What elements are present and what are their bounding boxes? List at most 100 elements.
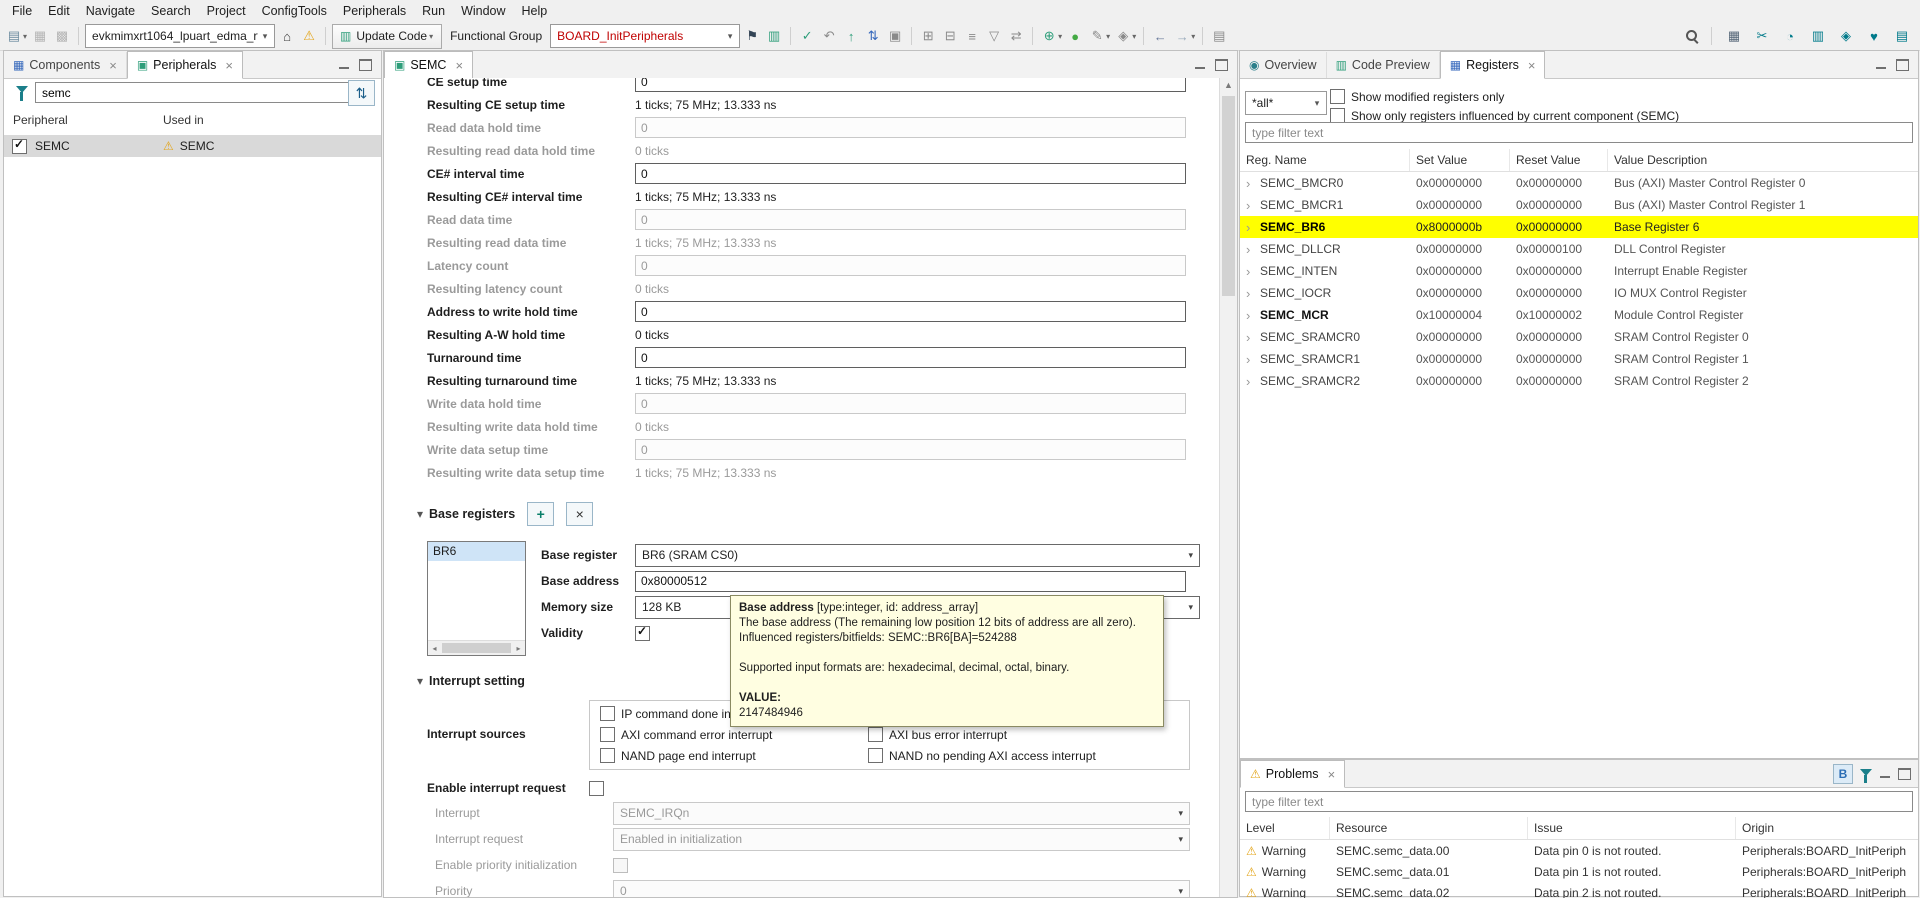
expand-icon[interactable]: › xyxy=(1246,176,1256,191)
vertical-scrollbar[interactable]: ▲ xyxy=(1219,78,1237,897)
menu-help[interactable]: Help xyxy=(514,2,556,20)
maximize-icon[interactable] xyxy=(359,59,372,71)
collapse-twistie-icon[interactable]: ▾ xyxy=(417,674,423,688)
register-row[interactable]: ›SEMC_SRAMCR00x000000000x00000000SRAM Co… xyxy=(1240,326,1918,348)
column-header[interactable]: Set Value xyxy=(1410,149,1510,171)
collapse-all-icon[interactable]: ⊟ xyxy=(940,26,960,46)
setting-input[interactable] xyxy=(635,163,1186,184)
problems-warning-icon[interactable]: ⚠ xyxy=(299,26,319,46)
column-header[interactable]: Resource xyxy=(1330,817,1528,839)
minimize-icon[interactable] xyxy=(1194,60,1206,70)
tab-components[interactable]: ▦ Components × xyxy=(4,52,127,78)
menu-file[interactable]: File xyxy=(4,2,40,20)
column-header[interactable]: Reset Value xyxy=(1510,149,1608,171)
tree-view-icon[interactable]: ≡ xyxy=(962,26,982,46)
pin-editor-icon[interactable]: ▤ xyxy=(1209,26,1229,46)
registers-filter-input[interactable] xyxy=(1245,122,1913,143)
column-header-peripheral[interactable]: Peripheral xyxy=(13,113,68,127)
monitor-icon[interactable]: ▣ xyxy=(885,26,905,46)
forward-icon[interactable]: → xyxy=(1172,26,1192,46)
project-selector-combo[interactable]: evkmimxrt1064_lpuart_edma_rt▾ xyxy=(85,24,275,48)
expand-icon[interactable]: › xyxy=(1246,286,1256,301)
minimize-icon[interactable] xyxy=(338,60,350,70)
register-row[interactable]: ›SEMC_DLLCR0x000000000x00000100DLL Contr… xyxy=(1240,238,1918,260)
menu-project[interactable]: Project xyxy=(199,2,254,20)
dropdown-caret-icon[interactable]: ▾ xyxy=(1132,32,1136,41)
register-row[interactable]: ›SEMC_BMCR10x000000000x00000000Bus (AXI)… xyxy=(1240,194,1918,216)
interrupt-source-checkbox[interactable] xyxy=(600,706,615,721)
register-row[interactable]: ›SEMC_SRAMCR10x000000000x00000000SRAM Co… xyxy=(1240,348,1918,370)
tab-semc[interactable]: ▣ SEMC × xyxy=(384,51,473,79)
save-all-icon[interactable]: ▩ xyxy=(52,26,72,46)
show-influenced-checkbox[interactable] xyxy=(1330,108,1345,123)
filter-problems-icon[interactable] xyxy=(1860,769,1872,776)
perspective-icon[interactable]: ▦ xyxy=(1724,26,1744,46)
dropdown-caret-icon[interactable]: ▾ xyxy=(23,32,27,41)
expand-icon[interactable]: › xyxy=(1246,374,1256,389)
scroll-up-icon[interactable]: ▲ xyxy=(1220,80,1237,90)
import-icon[interactable]: ↑ xyxy=(841,26,861,46)
problem-row[interactable]: ⚠WarningSEMC.semc_data.00Data pin 0 is n… xyxy=(1240,840,1918,861)
expand-icon[interactable]: › xyxy=(1246,330,1256,345)
base-address-input[interactable] xyxy=(635,571,1186,592)
register-row[interactable]: ›SEMC_MCR0x100000040x10000002Module Cont… xyxy=(1240,304,1918,326)
functional-group-combo[interactable]: BOARD_InitPeripherals▾ xyxy=(550,24,740,48)
expand-icon[interactable]: › xyxy=(1246,264,1256,279)
scroll-left-icon[interactable]: ◂ xyxy=(428,644,441,653)
close-icon[interactable]: × xyxy=(455,58,463,73)
collapse-twistie-icon[interactable]: ▾ xyxy=(417,507,423,521)
column-header[interactable]: Issue xyxy=(1528,817,1736,839)
menu-window[interactable]: Window xyxy=(453,2,513,20)
interrupt-source-checkbox[interactable] xyxy=(600,727,615,742)
base-register-item[interactable]: BR6 xyxy=(428,542,525,561)
scroll-thumb[interactable] xyxy=(1222,96,1235,296)
column-header[interactable]: Value Description xyxy=(1608,149,1918,171)
registers-tool-icon[interactable]: ▤ xyxy=(1892,26,1912,46)
show-modified-checkbox[interactable] xyxy=(1330,89,1345,104)
tab-registers[interactable]: ▦ Registers × xyxy=(1440,51,1546,79)
setting-input[interactable] xyxy=(635,347,1186,368)
expand-icon[interactable]: › xyxy=(1246,198,1256,213)
save-icon[interactable]: ▦ xyxy=(30,26,50,46)
clocks-tool-icon[interactable]: ◔ xyxy=(1780,26,1800,46)
peripherals-filter-input[interactable] xyxy=(35,82,349,103)
menu-configtools[interactable]: ConfigTools xyxy=(254,2,335,20)
tab-code-preview[interactable]: ▥ Code Preview xyxy=(1327,52,1440,78)
apply-icon[interactable]: ✓ xyxy=(797,26,817,46)
settings-icon[interactable]: ◈ xyxy=(1113,26,1133,46)
enable-interrupt-checkbox[interactable] xyxy=(589,781,604,796)
revert-icon[interactable]: ↶ xyxy=(819,26,839,46)
horizontal-scrollbar[interactable]: ◂ ▸ xyxy=(428,640,525,655)
menu-peripherals[interactable]: Peripherals xyxy=(335,2,414,20)
sort-toggle-button[interactable]: ⇅ xyxy=(348,80,375,106)
favorites-icon[interactable]: ♥ xyxy=(1864,26,1884,46)
peripherals-tool-icon[interactable]: ▥ xyxy=(1808,26,1828,46)
expand-icon[interactable]: › xyxy=(1246,308,1256,323)
interrupt-source-checkbox[interactable] xyxy=(600,748,615,763)
add-component-icon[interactable]: ⊕ xyxy=(1039,26,1059,46)
flag-icon[interactable]: ⚑ xyxy=(742,26,762,46)
peripheral-checkbox[interactable] xyxy=(12,139,27,154)
tab-peripherals[interactable]: ▣ Peripherals × xyxy=(127,51,243,79)
scroll-right-icon[interactable]: ▸ xyxy=(512,644,525,653)
expand-icon[interactable]: › xyxy=(1246,352,1256,367)
add-base-register-button[interactable]: + xyxy=(527,502,554,526)
expand-icon[interactable]: › xyxy=(1246,220,1256,235)
register-row[interactable]: ›SEMC_BR60x8000000b0x00000000Base Regist… xyxy=(1240,216,1918,238)
pins-tool-icon[interactable]: ✂ xyxy=(1752,26,1772,46)
validity-checkbox[interactable] xyxy=(635,626,650,641)
maximize-icon[interactable] xyxy=(1896,59,1909,71)
dropdown-caret-icon[interactable]: ▾ xyxy=(1191,32,1195,41)
search-icon[interactable] xyxy=(1686,30,1699,43)
dropdown-caret-icon[interactable]: ▾ xyxy=(1058,32,1062,41)
close-icon[interactable]: × xyxy=(225,58,233,73)
home-icon[interactable]: ⌂ xyxy=(277,26,297,46)
back-icon[interactable]: ← xyxy=(1150,26,1170,46)
sort-icon[interactable]: ⇅ xyxy=(863,26,883,46)
column-header[interactable]: Level xyxy=(1240,817,1330,839)
remove-base-register-button[interactable]: × xyxy=(566,502,593,526)
edit-icon[interactable]: ✎ xyxy=(1087,26,1107,46)
setting-input[interactable] xyxy=(635,301,1186,322)
column-header[interactable]: Origin xyxy=(1736,817,1918,839)
menu-run[interactable]: Run xyxy=(414,2,453,20)
